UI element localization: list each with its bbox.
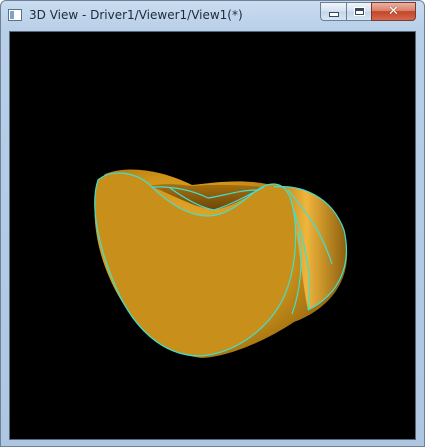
window-title: 3D View - Driver1/Viewer1/View1(*) [29,8,243,22]
close-button[interactable]: ✕ [371,2,416,21]
3d-scene [94,169,348,358]
close-icon: ✕ [388,4,399,19]
window-icon[interactable] [8,9,22,21]
viewer-window: 3D View - Driver1/Viewer1/View1(*) ✕ [0,0,425,447]
title-bar[interactable]: 3D View - Driver1/Viewer1/View1(*) ✕ [1,1,424,31]
maximize-button[interactable] [346,2,371,21]
3d-viewport[interactable] [9,31,416,440]
caption-buttons: ✕ [320,2,416,22]
minimize-icon [328,12,339,17]
minimize-button[interactable] [320,2,346,21]
maximize-icon [353,7,365,16]
